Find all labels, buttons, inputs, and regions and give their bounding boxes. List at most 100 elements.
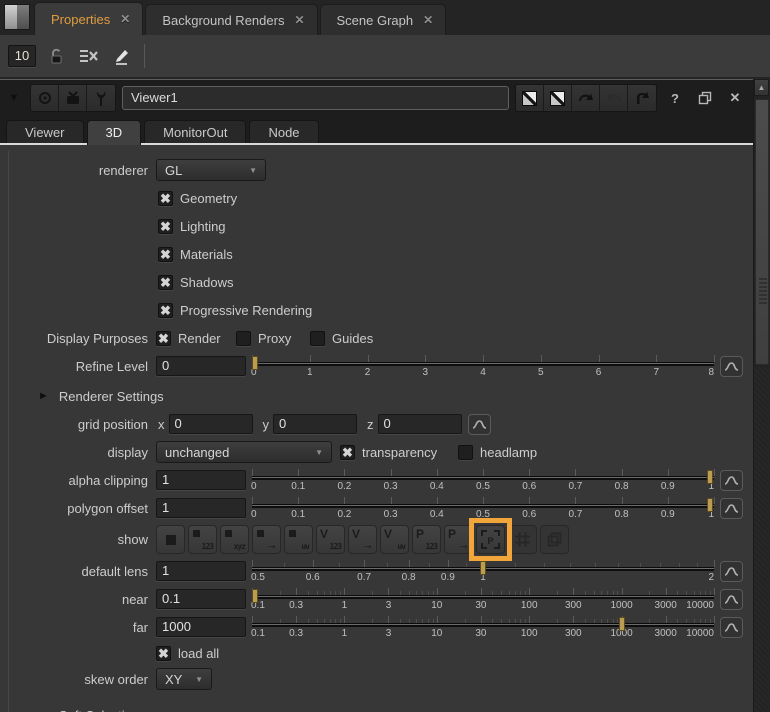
close-all-panels-button[interactable] [78, 45, 100, 67]
pencil-icon [112, 47, 130, 65]
show-points-icon[interactable] [156, 525, 185, 554]
lighting-checkbox[interactable]: ✖ [158, 219, 173, 234]
y-axis-label: y [263, 417, 270, 432]
show-point-normals-icon[interactable]: → [252, 525, 281, 554]
geometry-checkbox[interactable]: ✖ [158, 191, 173, 206]
close-icon[interactable]: ✕ [423, 13, 433, 27]
transparency-checkbox[interactable]: ✖ [340, 445, 355, 460]
viewer-tab-bar: Viewer 3D MonitorOut Node [0, 116, 753, 145]
polygon-offset-animation-button[interactable] [720, 498, 743, 519]
scrollbar-track[interactable] [754, 367, 769, 712]
display-purposes-row: Display Purposes ✖ Render Proxy Guides [10, 325, 749, 351]
vertical-scrollbar[interactable]: ▲ [753, 79, 769, 712]
slider-tick-label: 0.5 [476, 481, 490, 492]
shadows-checkbox[interactable]: ✖ [158, 275, 173, 290]
far-input[interactable]: 1000 [156, 617, 246, 637]
max-panels-input[interactable]: 10 [8, 45, 36, 67]
scrollbar-handle[interactable] [755, 99, 769, 365]
node-name-input[interactable]: Viewer1 [122, 86, 509, 110]
skew-order-dropdown[interactable]: XY ▼ [156, 668, 212, 690]
tab-monitorout[interactable]: MonitorOut [144, 120, 246, 145]
refine-level-slider[interactable]: 012345678 [252, 353, 714, 379]
tab-scene-graph[interactable]: Scene Graph ✕ [320, 4, 447, 35]
show-wireframe-icon[interactable] [508, 525, 537, 554]
far-slider[interactable]: 0.10.31310301003001000300010000 [252, 614, 714, 640]
collapse-panel-button[interactable]: ▼ [4, 88, 24, 108]
slider-handle[interactable] [707, 498, 713, 512]
revert-button[interactable] [628, 85, 656, 111]
grid-y-input[interactable]: 0 [273, 414, 357, 434]
guides-checkbox[interactable] [310, 331, 325, 346]
redo-button[interactable] [600, 85, 628, 111]
tab-node[interactable]: Node [249, 120, 318, 145]
node-settings-button[interactable] [87, 85, 115, 111]
near-input[interactable]: 0.1 [156, 589, 246, 609]
pane-menu-icon[interactable] [4, 4, 30, 30]
help-button[interactable]: ? [663, 86, 687, 110]
progressive-rendering-checkbox[interactable]: ✖ [158, 303, 173, 318]
centre-viewer-button[interactable] [31, 85, 59, 111]
default-lens-animation-button[interactable] [720, 561, 743, 582]
close-icon[interactable]: ✕ [294, 13, 304, 27]
near-animation-button[interactable] [720, 589, 743, 610]
display-dropdown[interactable]: unchanged ▼ [156, 441, 332, 463]
tab-properties[interactable]: Properties ✕ [34, 2, 143, 35]
slider-handle[interactable] [480, 561, 486, 575]
slider-tick-label: 10 [431, 628, 442, 639]
slider-minor-tick [509, 591, 510, 595]
collapse-right-icon[interactable]: ► [38, 390, 49, 402]
slider-handle[interactable] [707, 470, 713, 484]
slider-tick-label: 0.6 [306, 572, 320, 583]
load-all-checkbox[interactable]: ✖ [156, 646, 171, 661]
glyph: 123 [330, 542, 341, 551]
polygon-offset-input[interactable]: 1 [156, 498, 246, 518]
postage-stamp-button[interactable] [544, 85, 572, 111]
slider-minor-tick [686, 619, 687, 623]
slider-tick-label: 100 [521, 628, 538, 639]
show-point-uv-icon[interactable]: uv [284, 525, 313, 554]
show-point-xyz-icon[interactable]: xyz [220, 525, 249, 554]
close-icon[interactable]: ✕ [120, 12, 130, 26]
tab-3d[interactable]: 3D [87, 120, 142, 145]
undo-button[interactable] [572, 85, 600, 111]
slider-handle[interactable] [619, 617, 625, 631]
show-bbox-icon[interactable] [540, 525, 569, 554]
display-value: unchanged [165, 445, 229, 460]
slider-minor-tick [544, 563, 545, 567]
default-lens-slider[interactable]: 0.50.60.70.80.912 [252, 558, 714, 584]
tab-viewer[interactable]: Viewer [6, 120, 84, 145]
alpha-clipping-animation-button[interactable] [720, 470, 743, 491]
scroll-up-button[interactable]: ▲ [754, 79, 769, 96]
slider-handle[interactable] [252, 356, 258, 370]
alpha-clipping-input[interactable]: 1 [156, 470, 246, 490]
grid-position-animation-button[interactable] [468, 414, 491, 435]
refine-level-input[interactable]: 0 [156, 356, 246, 376]
near-slider[interactable]: 0.10.31310301003001000300010000 [252, 586, 714, 612]
refine-level-animation-button[interactable] [720, 356, 743, 377]
grid-z-input[interactable]: 0 [378, 414, 462, 434]
alpha-clipping-slider[interactable]: 00.10.20.30.40.50.60.70.80.91 [252, 467, 714, 493]
refine-level-label: Refine Level [10, 359, 148, 374]
tab-background-renders[interactable]: Background Renders ✕ [145, 4, 317, 35]
hide-input-button[interactable] [516, 85, 544, 111]
show-vertex-normals-icon[interactable]: V→ [348, 525, 377, 554]
materials-checkbox[interactable]: ✖ [158, 247, 173, 262]
show-vertex-numbers-icon[interactable]: V123 [316, 525, 345, 554]
close-panel-button[interactable]: ✕ [723, 86, 747, 110]
render-checkbox[interactable]: ✖ [156, 331, 171, 346]
edit-mode-button[interactable] [110, 45, 132, 67]
show-point-numbers-icon[interactable]: 123 [188, 525, 217, 554]
far-animation-button[interactable] [720, 617, 743, 638]
headlamp-checkbox[interactable] [458, 445, 473, 460]
show-vertex-uv-icon[interactable]: Vuv [380, 525, 409, 554]
default-lens-input[interactable]: 1 [156, 561, 246, 581]
renderer-dropdown[interactable]: GL ▼ [156, 159, 266, 181]
monitor-output-button[interactable] [59, 85, 87, 111]
proxy-checkbox[interactable] [236, 331, 251, 346]
show-prim-bbox-icon[interactable]: P [476, 525, 505, 554]
grid-x-input[interactable]: 0 [169, 414, 253, 434]
show-prim-numbers-icon[interactable]: P123 [412, 525, 441, 554]
float-panel-button[interactable] [693, 86, 717, 110]
lock-panels-button[interactable] [46, 45, 68, 67]
slider-handle[interactable] [252, 589, 258, 603]
